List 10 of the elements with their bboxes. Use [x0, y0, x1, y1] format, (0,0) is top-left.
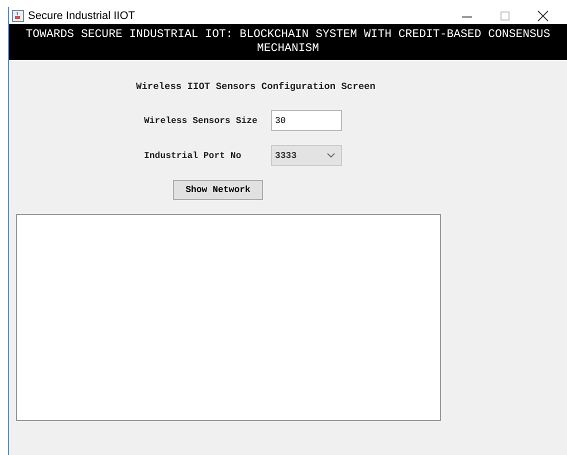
title-banner: TOWARDS SECURE INDUSTRIAL IOT: BLOCKCHAIN SYSTEM WITH CREDIT-BASED CONSENSUS MECHANISM	[9, 24, 567, 60]
window-title: Secure Industrial IIOT	[28, 10, 136, 22]
java-cup-icon	[12, 10, 24, 22]
chevron-down-icon	[327, 153, 335, 158]
input-field[interactable]: 30	[271, 110, 342, 131]
show-network-button[interactable]: Show Network	[173, 180, 263, 200]
field-label: Wireless Sensors Size	[144, 116, 258, 126]
screen-heading: Wireless IIOT Sensors Configuration Screen	[136, 81, 376, 92]
field-label: Industrial Port No	[144, 150, 242, 160]
port-dropdown[interactable]: 3333	[271, 145, 342, 166]
